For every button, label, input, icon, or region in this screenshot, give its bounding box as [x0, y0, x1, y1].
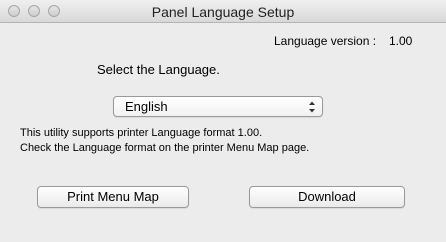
download-button[interactable]: Download — [249, 186, 405, 208]
select-language-heading: Select the Language. — [97, 62, 220, 77]
print-menu-map-button[interactable]: Print Menu Map — [37, 186, 189, 208]
info-text-line-2: Check the Language format on the printer… — [20, 142, 310, 154]
language-select[interactable]: English — [113, 96, 323, 117]
up-down-arrows-icon — [309, 101, 315, 113]
language-version-label: Language version : — [274, 34, 377, 48]
title-bar: Panel Language Setup — [0, 0, 446, 23]
language-selected-value: English — [125, 99, 168, 114]
language-version-value: 1.00 — [389, 34, 413, 48]
panel-language-setup-window: Panel Language Setup Language version : … — [0, 0, 446, 242]
info-text-line-1: This utility supports printer Language f… — [20, 127, 263, 139]
window-title: Panel Language Setup — [151, 4, 295, 20]
